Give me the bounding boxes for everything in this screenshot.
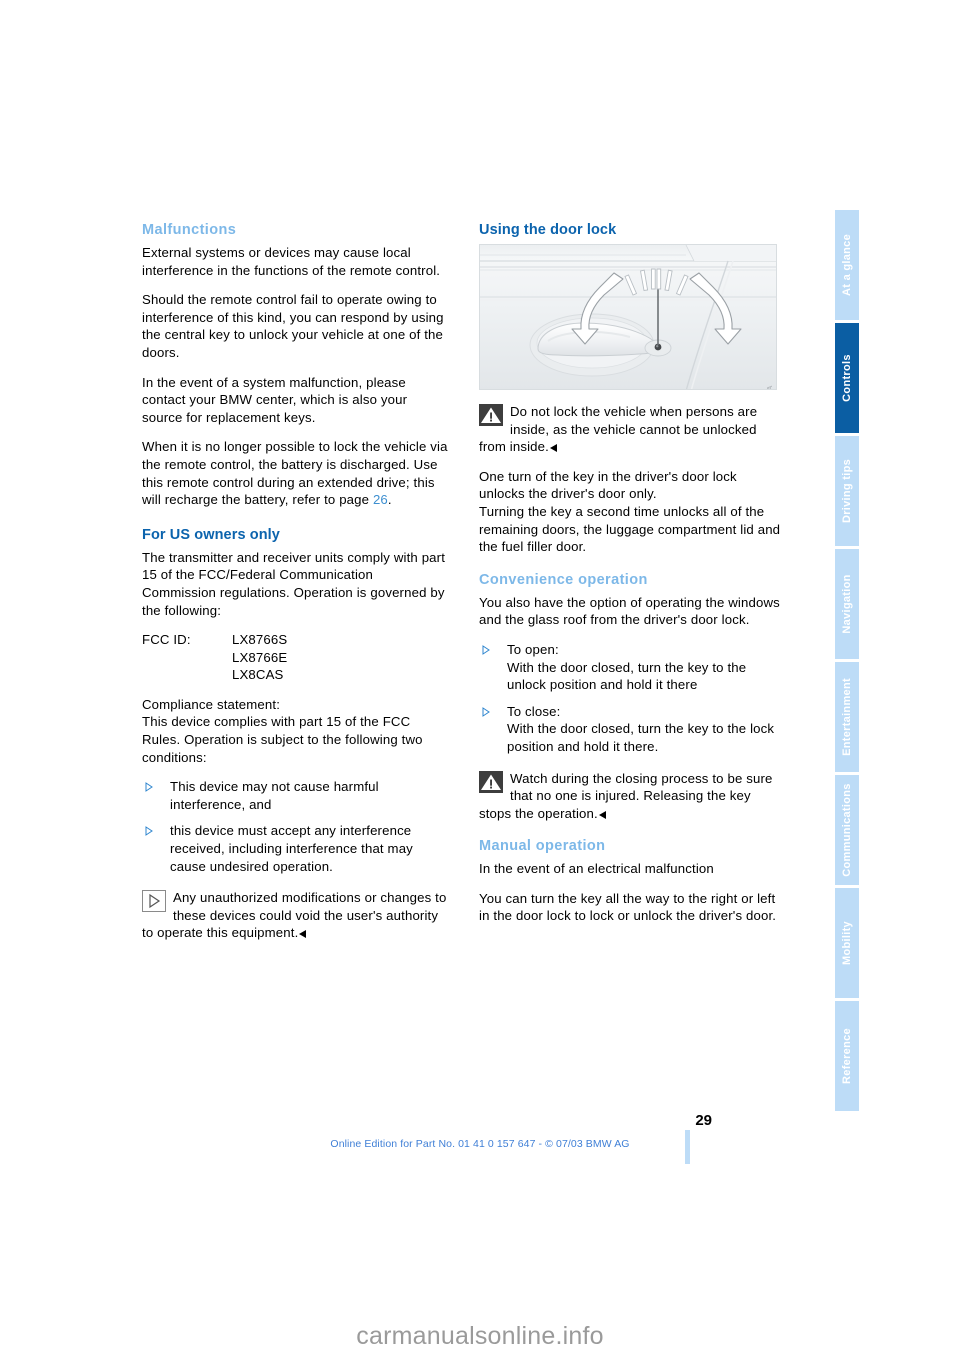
- malfunctions-paragraph-4: When it is no longer possible to lock th…: [142, 438, 449, 508]
- fcc-id-row: LX8CAS: [142, 666, 449, 684]
- bullet-triangle-icon: [145, 826, 153, 837]
- malfunctions-paragraph-4-suffix: .: [387, 492, 392, 508]
- manual-operation-paragraph-1: In the event of an electrical malfunctio…: [479, 861, 714, 877]
- bullet-triangle-icon: [145, 782, 153, 793]
- fcc-id-label: FCC ID:: [142, 632, 191, 648]
- malfunctions-paragraph-2: Should the remote control fail to operat…: [142, 292, 444, 360]
- warning-triangle-icon: [479, 770, 503, 793]
- malfunctions-paragraph-3: In the event of a system malfunction, pl…: [142, 374, 408, 425]
- sidebar-item-label: Controls: [841, 354, 853, 402]
- convenience-paragraph-1: You also have the option of operating th…: [479, 594, 780, 628]
- compliance-statement-heading: Compliance statement:: [142, 696, 281, 712]
- fcc-id-row: FCC ID: LX8766S: [142, 631, 449, 649]
- sidebar-item-navigation[interactable]: Navigation: [835, 549, 859, 659]
- illustration-id-label: MV01S02CMA: [765, 385, 774, 389]
- fcc-id-table: FCC ID: LX8766S LX8766E LX8CAS: [142, 631, 449, 684]
- fcc-id-row: LX8766E: [142, 649, 449, 667]
- fcc-id-value-0: LX8766S: [232, 632, 288, 648]
- section-heading-door-lock: Using the door lock: [479, 222, 617, 238]
- end-of-warning-marker: [549, 444, 557, 453]
- list-item-title: To close:: [507, 703, 561, 719]
- malfunctions-paragraph-1: External systems or devices may cause lo…: [142, 245, 441, 278]
- warning-box-do-not-lock: Do not lock the vehicle when persons are…: [479, 403, 786, 456]
- sidebar-item-label: Mobility: [841, 921, 853, 965]
- sidebar-item-label: At a glance: [841, 234, 853, 296]
- note-text: Any unauthorized modifications or change…: [142, 890, 447, 941]
- section-heading-manual-operation: Manual operation: [479, 838, 606, 855]
- left-column: Malfunctions External systems or devices…: [142, 222, 449, 954]
- section-tab-sidebar: At a glance Controls Driving tips Naviga…: [835, 210, 859, 1130]
- sidebar-item-reference[interactable]: Reference: [835, 1001, 859, 1111]
- sidebar-item-at-a-glance[interactable]: At a glance: [835, 210, 859, 320]
- fcc-id-spacer: [142, 649, 232, 667]
- fcc-id-value-2: LX8CAS: [232, 667, 284, 683]
- manual-page: Malfunctions External systems or devices…: [0, 0, 960, 1358]
- sidebar-item-entertainment[interactable]: Entertainment: [835, 662, 859, 772]
- end-of-warning-marker: [598, 810, 606, 819]
- compliance-statement-text: This device complies with part 15 of the…: [142, 714, 423, 765]
- sidebar-item-label: Reference: [841, 1028, 853, 1084]
- page-number: 29: [695, 1112, 712, 1129]
- right-column: Using the door lock Do not lock the vehi…: [479, 222, 786, 937]
- warning-box-closing-process: Watch during the closing process to be s…: [479, 770, 786, 823]
- note-triangle-icon: [142, 890, 166, 913]
- convenience-list: To open: With the door closed, turn the …: [479, 641, 786, 756]
- list-item-detail: With the door closed, turn the key to th…: [507, 721, 775, 754]
- sidebar-item-label: Communications: [841, 783, 853, 877]
- section-heading-convenience: Convenience operation: [479, 571, 648, 588]
- end-of-note-marker: [299, 930, 307, 939]
- fcc-conditions-list: This device may not cause harmful interf…: [142, 778, 449, 875]
- section-heading-malfunctions: Malfunctions: [142, 222, 237, 238]
- list-item: To close: With the door closed, turn the…: [479, 703, 786, 756]
- sidebar-item-label: Navigation: [841, 574, 853, 634]
- warning-triangle-icon: [479, 404, 503, 426]
- warning-text: Watch during the closing process to be s…: [479, 770, 773, 821]
- fcc-id-value-1: LX8766E: [232, 649, 288, 665]
- sidebar-item-driving-tips[interactable]: Driving tips: [835, 436, 859, 546]
- manual-operation-paragraph-2: You can turn the key all the way to the …: [479, 890, 777, 924]
- section-heading-us-owners: For US owners only: [142, 526, 280, 543]
- site-watermark: carmanualsonline.info: [356, 1322, 604, 1350]
- sidebar-item-mobility[interactable]: Mobility: [835, 888, 859, 998]
- bullet-triangle-icon: [482, 706, 490, 717]
- door-lock-paragraph-1: One turn of the key in the driver's door…: [479, 468, 737, 502]
- bullet-triangle-icon: [482, 645, 490, 655]
- page-reference-link[interactable]: 26: [373, 492, 388, 507]
- list-item: To open: With the door closed, turn the …: [479, 641, 786, 694]
- list-item: This device may not cause harmful interf…: [142, 778, 449, 813]
- door-handle-key-rotation-illustration: MV01S02CMA: [479, 244, 777, 390]
- list-item-detail: With the door closed, turn the key to th…: [507, 659, 747, 693]
- door-lock-paragraph-2: Turning the key a second time unlocks al…: [479, 503, 781, 555]
- warning-text: Do not lock the vehicle when persons are…: [479, 404, 758, 455]
- sidebar-item-communications[interactable]: Communications: [835, 775, 859, 885]
- us-owners-paragraph-1: The transmitter and receiver units compl…: [142, 549, 446, 618]
- list-item-label: this device must accept any interference…: [170, 823, 413, 874]
- list-item-label: This device may not cause harmful interf…: [170, 779, 379, 812]
- malfunctions-paragraph-4-text: When it is no longer possible to lock th…: [142, 439, 448, 508]
- note-box-unauthorized-modifications: Any unauthorized modifications or change…: [142, 889, 449, 942]
- list-item: this device must accept any interference…: [142, 822, 449, 875]
- footer-edition-note: Online Edition for Part No. 01 41 0 157 …: [330, 1138, 630, 1150]
- sidebar-item-label: Driving tips: [841, 458, 853, 524]
- fcc-id-spacer: [142, 666, 232, 684]
- list-item-title: To open:: [507, 641, 559, 657]
- sidebar-item-label: Entertainment: [841, 678, 853, 756]
- sidebar-item-controls[interactable]: Controls: [835, 323, 859, 433]
